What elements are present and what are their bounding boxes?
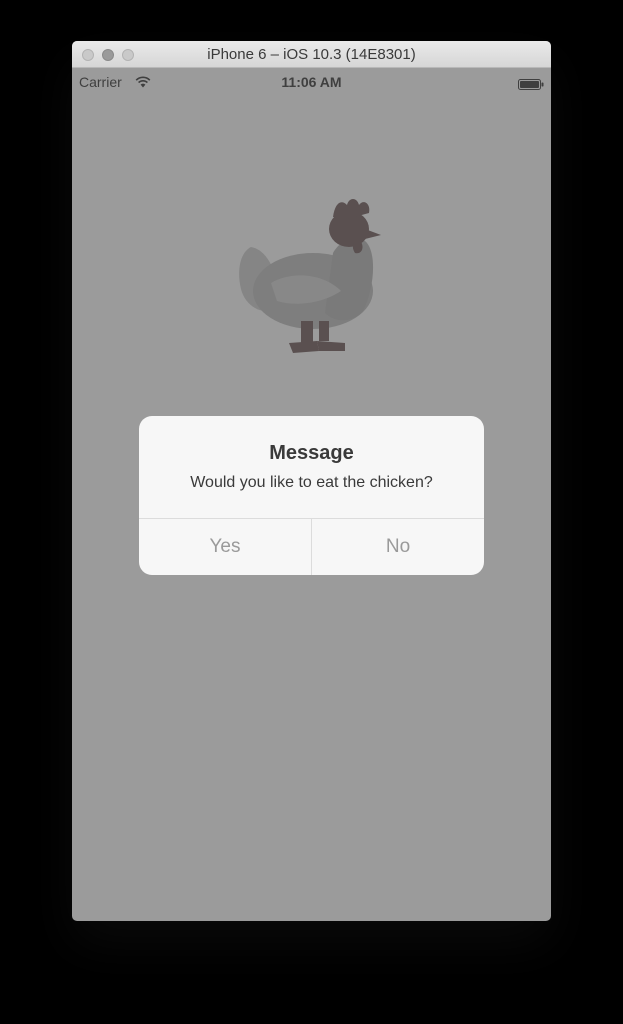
status-time: 11:06 AM: [281, 74, 342, 90]
alert-dialog: Message Would you like to eat the chicke…: [139, 416, 484, 575]
alert-title: Message: [269, 442, 354, 464]
battery-icon: [518, 77, 544, 90]
window-title: iPhone 6 – iOS 10.3 (14E8301): [207, 46, 416, 63]
simulator-window: iPhone 6 – iOS 10.3 (14E8301) Carrier 11…: [72, 41, 551, 921]
alert-message: Would you like to eat the chicken?: [190, 474, 433, 491]
no-button[interactable]: No: [312, 519, 484, 575]
window-titlebar: iPhone 6 – iOS 10.3 (14E8301): [72, 41, 551, 68]
ios-status-bar: Carrier 11:06 AM: [72, 68, 551, 96]
chicken-icon: [237, 195, 387, 355]
yes-button[interactable]: Yes: [139, 519, 311, 575]
